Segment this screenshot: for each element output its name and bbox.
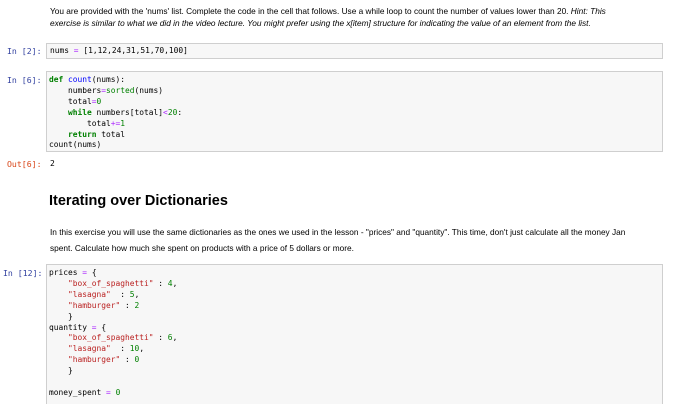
assign-op: =: [73, 46, 79, 55]
code-cond: numbers[total]: [91, 107, 164, 117]
kw-return: return: [68, 129, 97, 139]
qty-value: 6: [167, 333, 173, 343]
exercise-line-2: spent. Calculate how much she spent on p…: [50, 243, 354, 253]
price-value: 5: [129, 289, 135, 299]
code-total: total: [49, 96, 92, 106]
key-lasagna: "lasagna": [68, 289, 111, 299]
code-cell-2[interactable]: nums = [1,12,24,31,51,70,100]: [46, 43, 663, 59]
num-0: 0: [115, 387, 121, 397]
price-value: 2: [134, 300, 140, 310]
brace-close: }: [68, 366, 73, 376]
params: (nums):: [91, 75, 126, 84]
builtin-sorted: sorted: [106, 85, 135, 95]
code-call-count: count(nums): [49, 140, 102, 150]
brace-open: {: [91, 268, 97, 277]
code-return-total: total: [96, 129, 126, 139]
output-prompt-6: Out[6]:: [7, 159, 42, 169]
brace-open: {: [101, 322, 107, 332]
input-prompt-12: In [12]:: [3, 268, 43, 278]
code-args: (nums): [134, 85, 164, 95]
markdown-exercise: In this exercise you will use the same d…: [50, 226, 675, 254]
num-20: 20: [167, 107, 178, 117]
key-hamburger: "hamburger": [68, 355, 121, 365]
kw-def: def: [49, 75, 64, 84]
input-prompt-6: In [6]:: [7, 75, 42, 85]
op-eq: =: [91, 322, 97, 332]
kw-while: while: [68, 107, 92, 117]
exercise-line-1: In this exercise you will use the same d…: [50, 227, 626, 237]
code-cell-6[interactable]: def count(nums): numbers=sorted(nums) to…: [46, 71, 663, 152]
code-total: total: [49, 118, 111, 128]
op-pluseq: +=: [110, 118, 121, 128]
key-lasagna: "lasagna": [68, 344, 111, 354]
key-box-of-spaghetti: "box_of_spaghetti": [68, 333, 154, 343]
instructions-line-2: exercise is similar to what we did in th…: [50, 18, 591, 28]
nums-list-value: [1,12,24,31,51,70,100]: [83, 46, 188, 55]
op-eq: =: [106, 387, 111, 397]
price-value: 4: [167, 278, 173, 288]
qty-value: 10: [129, 344, 140, 354]
var-quantity: quantity: [49, 322, 88, 332]
section-heading: Iterating over Dictionaries: [49, 193, 228, 209]
qty-value: 0: [134, 355, 140, 365]
key-hamburger: "hamburger": [68, 300, 121, 310]
var-nums: nums: [50, 46, 70, 55]
key-box-of-spaghetti: "box_of_spaghetti": [68, 278, 154, 288]
brace-close: }: [68, 311, 73, 321]
output-value-6: 2: [50, 159, 55, 168]
num-1: 1: [120, 118, 126, 128]
var-prices: prices: [49, 268, 78, 277]
fn-count: count: [68, 75, 92, 84]
colon: :: [177, 107, 183, 117]
var-money-spent: money_spent: [49, 387, 102, 397]
code-numbers: numbers: [49, 85, 102, 95]
input-prompt-2: In [2]:: [7, 46, 42, 56]
markdown-instructions: You are provided with the 'nums' list. C…: [50, 5, 670, 29]
instructions-line-1: You are provided with the 'nums' list. C…: [50, 6, 606, 16]
op-eq: =: [82, 268, 88, 277]
num-0: 0: [96, 96, 102, 106]
code-cell-12[interactable]: prices = { "box_of_spaghetti" : 4, "lasa…: [46, 264, 663, 404]
